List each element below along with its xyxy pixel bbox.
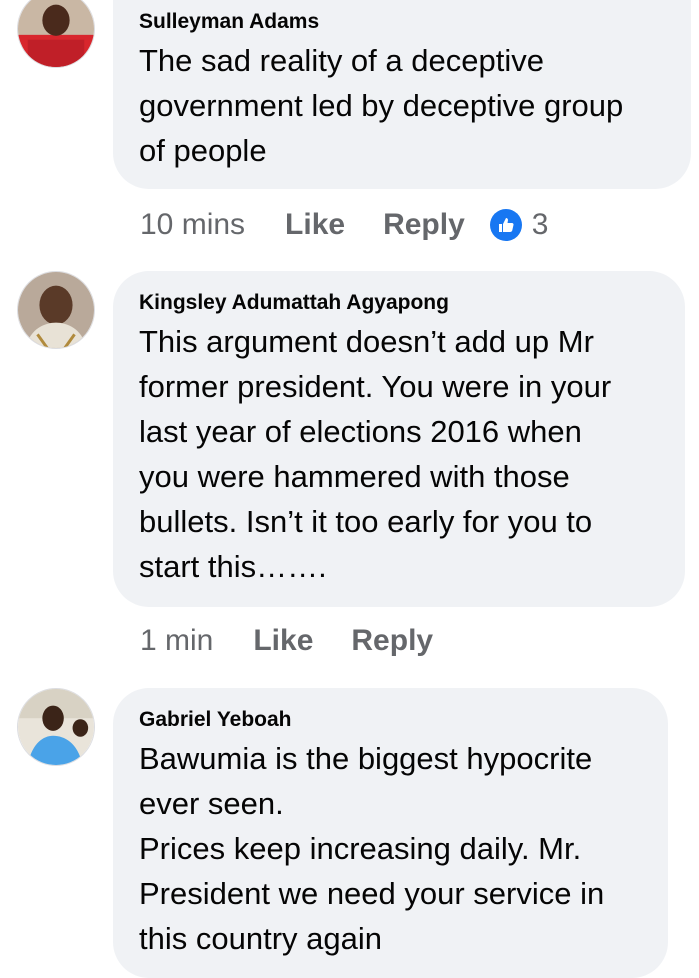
- comment-bubble: Gabriel Yeboah Bawumia is the biggest hy…: [113, 688, 668, 978]
- avatar[interactable]: [17, 688, 95, 766]
- reaction-count: 3: [531, 208, 549, 241]
- comment-timestamp[interactable]: 10 mins: [140, 207, 245, 243]
- comment-2: Kingsley Adumattah Agyapong This argumen…: [0, 271, 699, 671]
- comment-timestamp[interactable]: 1 min: [140, 623, 213, 659]
- avatar-photo: [18, 0, 94, 67]
- comment-text: Bawumia is the biggest hypocrite ever se…: [139, 741, 605, 956]
- comment-author[interactable]: Gabriel Yeboah: [139, 708, 642, 732]
- reply-button[interactable]: Reply: [351, 623, 433, 659]
- reply-button[interactable]: Reply: [383, 207, 465, 243]
- thumbs-up-icon: [489, 209, 522, 241]
- comment-actions: 10 mins Like Reply 3: [140, 207, 548, 243]
- avatar[interactable]: [17, 0, 95, 68]
- avatar[interactable]: [17, 271, 95, 349]
- comment-bubble: Kingsley Adumattah Agyapong This argumen…: [113, 271, 685, 607]
- comment-actions: 1 min Like Reply: [140, 623, 471, 659]
- comment-text: The sad reality of a deceptive governmen…: [139, 43, 624, 168]
- comment-author[interactable]: Sulleyman Adams: [139, 10, 665, 34]
- comment-text: This argument doesn’t add up Mr former p…: [139, 324, 612, 584]
- comment-author[interactable]: Kingsley Adumattah Agyapong: [139, 291, 659, 315]
- comment-3: Gabriel Yeboah Bawumia is the biggest hy…: [0, 688, 699, 978]
- avatar-photo: [18, 272, 94, 348]
- comment-bubble: Sulleyman Adams The sad reality of a dec…: [113, 0, 691, 189]
- comment-1: Sulleyman Adams The sad reality of a dec…: [0, 0, 699, 260]
- like-button[interactable]: Like: [285, 207, 345, 243]
- avatar-photo: [18, 689, 94, 765]
- reaction-summary[interactable]: 3: [489, 207, 549, 243]
- like-button[interactable]: Like: [253, 623, 313, 659]
